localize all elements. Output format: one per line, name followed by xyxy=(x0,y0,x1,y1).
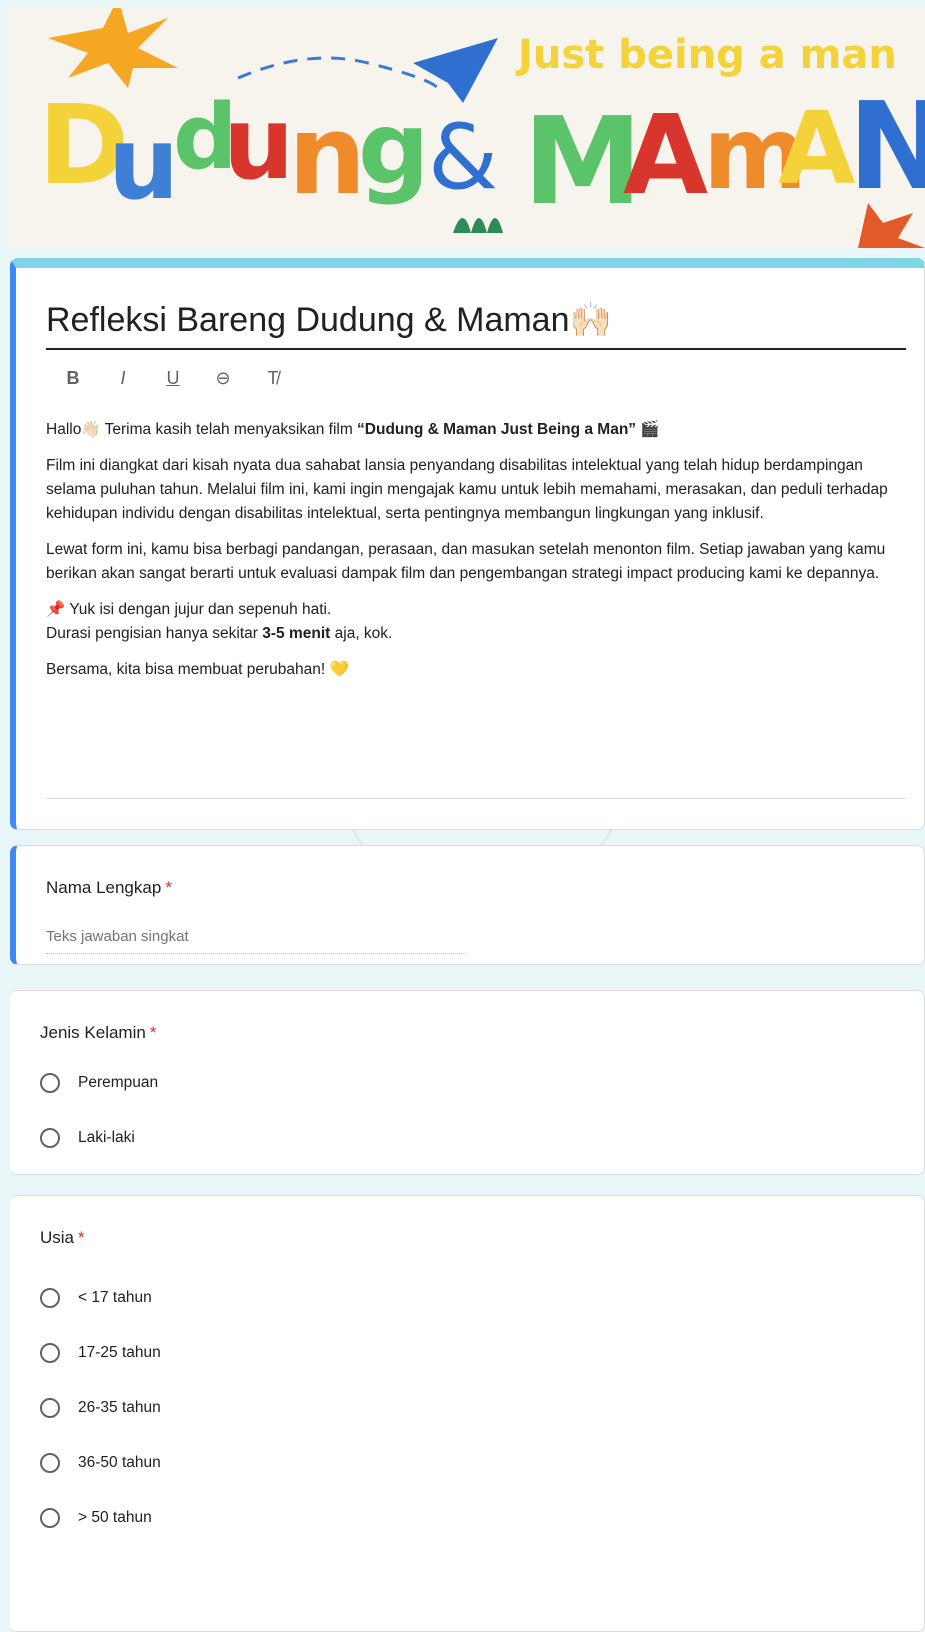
question-title: Jenis Kelamin * xyxy=(40,1023,157,1042)
radio-button[interactable] xyxy=(40,1508,60,1528)
radio-option-17-25[interactable]: 17-25 tahun xyxy=(40,1343,161,1363)
sun-icon xyxy=(48,8,178,88)
link-icon[interactable]: ⊖ xyxy=(212,368,234,389)
clear-format-icon[interactable]: T̸ xyxy=(262,368,284,389)
required-asterisk: * xyxy=(78,1228,85,1247)
required-asterisk: * xyxy=(165,878,172,897)
svg-text:A: A xyxy=(778,90,855,207)
radio-option-laki-laki[interactable]: Laki-laki xyxy=(40,1128,135,1148)
radio-option-36-50[interactable]: 36-50 tahun xyxy=(40,1453,161,1473)
radio-option-26-35[interactable]: 26-35 tahun xyxy=(40,1398,161,1418)
desc-paragraph-2: Film ini diangkat dari kisah nyata dua s… xyxy=(46,457,888,522)
form-title[interactable]: Refleksi Bareng Dudung & Maman🙌🏻 xyxy=(46,300,906,350)
question-card-usia: Usia * < 17 tahun 17-25 tahun 26-35 tahun… xyxy=(10,1195,925,1632)
question-card-nama: Nama Lengkap * Teks jawaban singkat xyxy=(10,845,925,965)
italic-icon[interactable]: I xyxy=(112,368,134,389)
desc-paragraph-1: Hallo👋🏻 Terima kasih telah menyaksikan f… xyxy=(46,421,660,438)
underline-icon[interactable]: U xyxy=(162,368,184,389)
svg-text:g: g xyxy=(358,90,430,207)
svg-text:u: u xyxy=(108,105,179,222)
radio-button[interactable] xyxy=(40,1073,60,1093)
svg-text:u: u xyxy=(223,85,294,202)
header-banner: D u d u n g & M A m A N Just being a man xyxy=(8,8,925,248)
radio-button[interactable] xyxy=(40,1453,60,1473)
desc-paragraph-3: Lewat form ini, kamu bisa berbagi pandan… xyxy=(46,541,886,582)
svg-text:N: N xyxy=(848,78,925,217)
radio-button[interactable] xyxy=(40,1128,60,1148)
svg-text:n: n xyxy=(288,91,366,219)
desc-paragraph-4: 📌 Yuk isi dengan jujur dan sepenuh hati.… xyxy=(46,601,393,642)
radio-button[interactable] xyxy=(40,1288,60,1308)
radio-button[interactable] xyxy=(40,1343,60,1363)
bold-icon[interactable]: B xyxy=(62,368,84,389)
svg-text:Just being a man: Just being a man xyxy=(515,32,897,78)
question-title: Nama Lengkap * xyxy=(46,878,172,897)
description-divider xyxy=(46,798,906,799)
question-card-jenis-kelamin: Jenis Kelamin * Perempuan Laki-laki xyxy=(10,990,925,1175)
radio-button[interactable] xyxy=(40,1398,60,1418)
required-asterisk: * xyxy=(149,1023,157,1042)
radio-option-perempuan[interactable]: Perempuan xyxy=(40,1073,158,1093)
svg-text:&: & xyxy=(428,105,498,210)
radio-option-under-17[interactable]: < 17 tahun xyxy=(40,1288,152,1308)
form-description[interactable]: Hallo👋🏻 Terima kasih telah menyaksikan f… xyxy=(46,418,906,694)
formatting-toolbar: B I U ⊖ T̸ xyxy=(62,368,284,389)
svg-text:A: A xyxy=(623,91,708,219)
desc-paragraph-5: Bersama, kita bisa membuat perubahan! 💛 xyxy=(46,661,349,678)
radio-option-over-50[interactable]: > 50 tahun xyxy=(40,1508,152,1528)
form-title-card: Refleksi Bareng Dudung & Maman🙌🏻 B I U ⊖… xyxy=(10,258,925,830)
nama-input[interactable]: Teks jawaban singkat xyxy=(46,928,466,954)
question-title: Usia * xyxy=(40,1228,85,1247)
